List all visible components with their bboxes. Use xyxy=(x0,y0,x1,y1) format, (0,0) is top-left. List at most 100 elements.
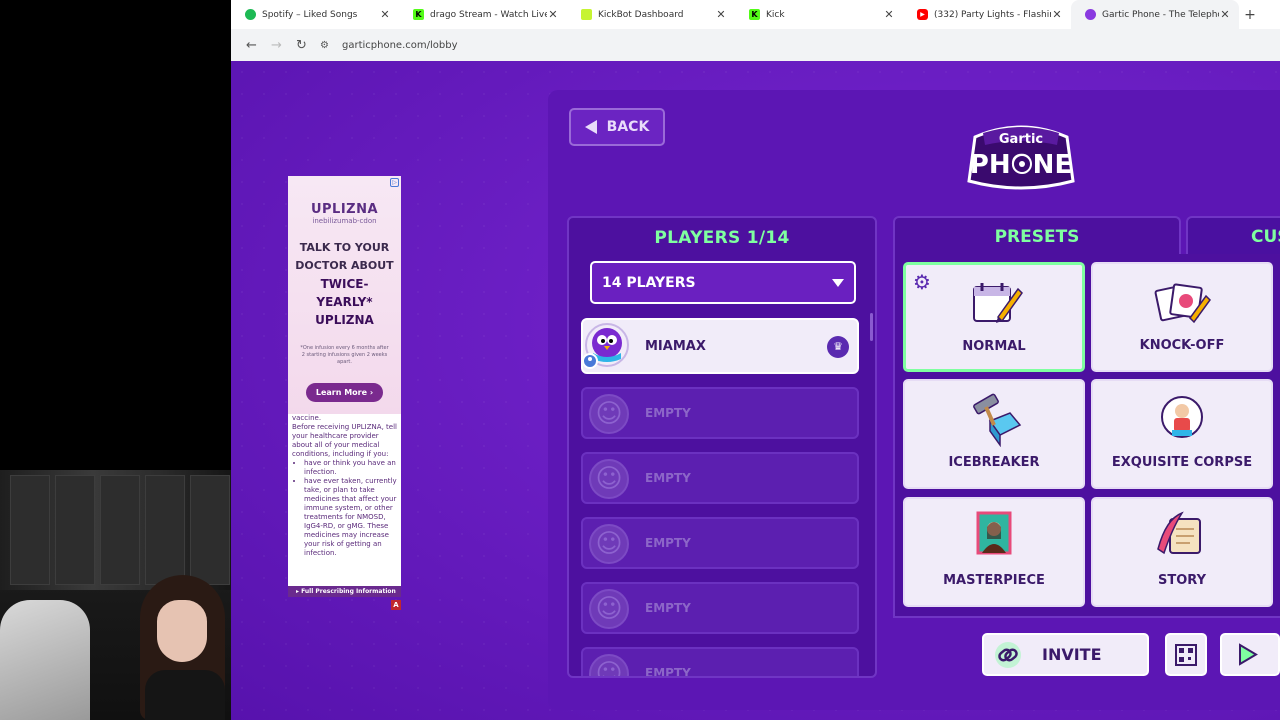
qr-code-button[interactable] xyxy=(1165,633,1207,676)
ad-line: UPLIZNA xyxy=(315,313,374,327)
ad-prescribing-link[interactable]: ▸ Full Prescribing Information xyxy=(288,586,401,597)
browser-tab-youtube[interactable]: ▶ (332) Party Lights - Flashing Lights ✕ xyxy=(903,0,1071,29)
browser-tab-bar: Spotify – Liked Songs ✕ K drago Stream -… xyxy=(231,0,1280,29)
player-slot-empty: EMPTY xyxy=(581,387,859,439)
kick-icon: K xyxy=(413,9,424,20)
crown-icon: ♛ xyxy=(827,336,849,358)
ad-body-top: vaccine. xyxy=(292,414,322,422)
advertisement[interactable]: ▷ UPLIZNA inebilizumab-cdon TALK TO YOUR… xyxy=(288,176,401,597)
scroll-quill-icon xyxy=(1157,511,1201,555)
preset-label: MASTERPIECE xyxy=(943,573,1045,588)
preset-knock-off[interactable]: KNOCK-OFF xyxy=(1091,262,1273,372)
url-field[interactable]: garticphone.com/lobby xyxy=(342,40,458,51)
invite-button[interactable]: INVITE xyxy=(982,633,1149,676)
forward-arrow-icon[interactable]: → xyxy=(264,38,289,53)
browser-tab-gartic[interactable]: Gartic Phone - The Telephone Game ✕ xyxy=(1071,0,1239,29)
ad-line: TWICE-YEARLY* xyxy=(316,277,373,309)
back-button[interactable]: BACK xyxy=(569,108,665,146)
close-icon[interactable]: ✕ xyxy=(715,8,727,21)
ad-line: DOCTOR ABOUT xyxy=(295,259,394,272)
new-tab-button[interactable]: + xyxy=(1239,7,1261,23)
spotify-icon xyxy=(245,9,256,20)
preset-label: STORY xyxy=(1158,573,1206,588)
close-icon[interactable]: ✕ xyxy=(883,8,895,21)
player-slot-empty: EMPTY xyxy=(581,647,859,678)
ad-choices-icon[interactable]: ▷ xyxy=(390,178,399,187)
browser-tab-kick[interactable]: K Kick ✕ xyxy=(735,0,903,29)
start-button[interactable] xyxy=(1220,633,1280,676)
player-name: EMPTY xyxy=(645,471,691,485)
players-title: PLAYERS 1/14 xyxy=(654,228,790,248)
desktop-background xyxy=(0,0,231,470)
portrait-icon xyxy=(976,511,1012,555)
preset-label: KNOCK-OFF xyxy=(1139,338,1225,353)
logo-line1: Gartic xyxy=(999,132,1043,147)
browser-tab-drago[interactable]: K drago Stream - Watch Live on Kick ✕ xyxy=(399,0,567,29)
ad-brand: UPLIZNA xyxy=(310,202,379,217)
player-name: EMPTY xyxy=(645,666,691,678)
tab-title: Gartic Phone - The Telephone Game xyxy=(1102,9,1219,20)
link-icon xyxy=(995,641,1021,668)
preset-exquisite-corpse[interactable]: EXQUISITE CORPSE xyxy=(1091,379,1273,489)
close-icon[interactable]: ✕ xyxy=(379,8,391,21)
back-triangle-icon xyxy=(584,120,597,134)
corpse-drawing-icon xyxy=(1161,396,1203,438)
cards-pencil-icon xyxy=(1154,283,1211,324)
close-icon[interactable]: ✕ xyxy=(547,8,559,21)
player-avatar xyxy=(582,323,629,369)
preset-icebreaker[interactable]: ICEBREAKER xyxy=(903,379,1085,489)
play-icon xyxy=(1239,643,1258,666)
gear-icon[interactable]: ⚙ xyxy=(913,270,931,294)
close-icon[interactable]: ✕ xyxy=(1051,8,1063,21)
ad-learn-more-button[interactable]: Learn More › xyxy=(305,383,384,402)
player-slot-miamax: MIAMAX ♛ xyxy=(581,318,859,374)
player-name: EMPTY xyxy=(645,536,691,550)
preset-masterpiece[interactable]: MASTERPIECE xyxy=(903,497,1085,607)
chevron-down-icon xyxy=(832,278,844,287)
ad-body-intro: Before receiving UPLIZNA, tell your heal… xyxy=(292,423,397,458)
site-settings-icon[interactable]: ⚙ xyxy=(320,40,338,51)
ad-safety-info: vaccine. Before receiving UPLIZNA, tell … xyxy=(288,414,401,586)
back-label: BACK xyxy=(606,119,650,135)
gartic-page: ▷ UPLIZNA inebilizumab-cdon TALK TO YOUR… xyxy=(231,61,1280,720)
kick-icon: K xyxy=(749,9,760,20)
tab-presets[interactable]: PRESETS xyxy=(893,216,1181,256)
ad-badge: A xyxy=(391,600,401,610)
gartic-icon xyxy=(1085,9,1096,20)
tab-title: (332) Party Lights - Flashing Lights xyxy=(934,9,1051,20)
reload-icon[interactable]: ↻ xyxy=(289,38,314,53)
kickbot-icon xyxy=(581,9,592,20)
back-arrow-icon[interactable]: ← xyxy=(239,38,264,53)
close-icon[interactable]: ✕ xyxy=(1219,8,1231,21)
preset-normal[interactable]: ⚙ NORMAL xyxy=(903,262,1085,372)
player-count-select[interactable]: 14 PLAYERS xyxy=(590,261,856,304)
player-name: EMPTY xyxy=(645,601,691,615)
qr-code-icon xyxy=(1175,644,1197,666)
tab-custom[interactable]: CUS xyxy=(1186,216,1280,256)
ad-body-item: have ever taken, currently take, or plan… xyxy=(304,477,397,558)
empty-face-icon xyxy=(589,589,629,629)
preset-label: ICEBREAKER xyxy=(948,455,1040,470)
browser-tab-kickbot[interactable]: KickBot Dashboard ✕ xyxy=(567,0,735,29)
players-scrollbar[interactable] xyxy=(870,313,873,341)
player-list: MIAMAX ♛ EMPTY EMPTY EMPTY xyxy=(581,318,859,678)
empty-face-icon xyxy=(589,459,629,499)
tab-title: KickBot Dashboard xyxy=(598,9,684,20)
player-count-value: 14 PLAYERS xyxy=(602,274,696,291)
preset-label: EXQUISITE CORPSE xyxy=(1111,455,1253,470)
presets-panel: ⚙ NORMAL KNOCK-OFF ICEBREAKER EXQUISITE … xyxy=(893,254,1280,618)
player-name: EMPTY xyxy=(645,406,691,420)
youtube-icon: ▶ xyxy=(917,9,928,20)
lobby-card: BACK Gartic PHONE PLAYERS 1/14 14 PLAYER… xyxy=(548,90,1280,710)
address-bar: ← → ↻ ⚙ garticphone.com/lobby xyxy=(231,29,1280,61)
calendar-pencil-icon xyxy=(973,283,1023,323)
players-panel: PLAYERS 1/14 14 PLAYERS MIAMAX ♛ ☺ EMPTY… xyxy=(567,216,877,678)
empty-face-icon xyxy=(589,654,629,676)
browser-tab-spotify[interactable]: Spotify – Liked Songs ✕ xyxy=(231,0,399,29)
preset-story[interactable]: STORY xyxy=(1091,497,1273,607)
player-slot-empty: EMPTY xyxy=(581,582,859,634)
webcam-overlay xyxy=(0,470,231,720)
player-slot-empty: EMPTY xyxy=(581,517,859,569)
tab-title: Kick xyxy=(766,9,785,20)
player-slot-empty: EMPTY xyxy=(581,452,859,504)
